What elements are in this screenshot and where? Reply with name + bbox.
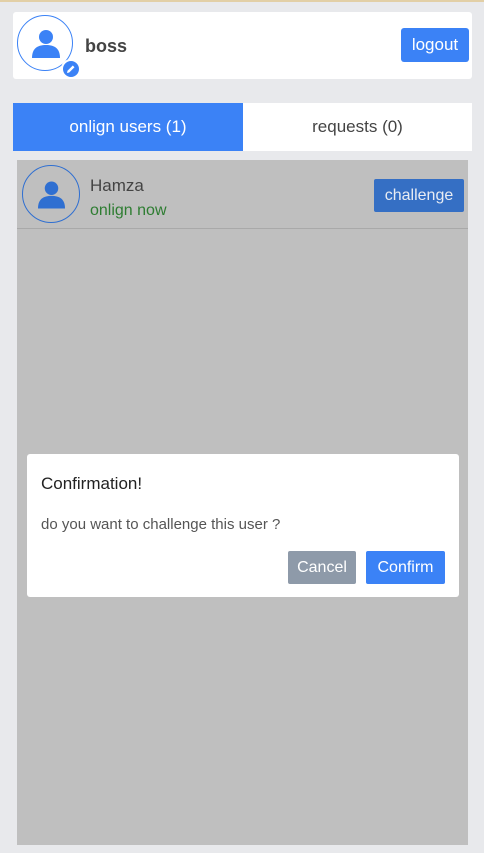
logout-button[interactable]: logout xyxy=(401,28,469,62)
user-icon xyxy=(32,30,60,58)
pencil-icon xyxy=(67,65,75,73)
confirmation-dialog: Confirmation! do you want to challenge t… xyxy=(27,454,459,597)
avatar[interactable] xyxy=(17,15,81,79)
tab-requests[interactable]: requests (0) xyxy=(243,103,472,151)
user-status: onlign now xyxy=(90,202,167,219)
profile-header: boss logout xyxy=(13,12,472,79)
user-name: Hamza xyxy=(90,176,144,195)
dialog-message: do you want to challenge this user ? xyxy=(41,516,281,533)
cancel-button[interactable]: Cancel xyxy=(288,551,356,584)
username: boss xyxy=(85,36,128,56)
confirm-button[interactable]: Confirm xyxy=(366,551,445,584)
list-item: Hamza onlign now challenge xyxy=(17,160,468,229)
challenge-button[interactable]: challenge xyxy=(374,179,464,212)
avatar xyxy=(22,165,80,223)
user-icon xyxy=(38,181,65,209)
dialog-title: Confirmation! xyxy=(41,474,143,493)
edit-avatar-button[interactable] xyxy=(61,59,81,79)
tab-online-users[interactable]: onlign users (1) xyxy=(13,103,243,151)
tab-bar: onlign users (1) requests (0) xyxy=(13,103,472,151)
